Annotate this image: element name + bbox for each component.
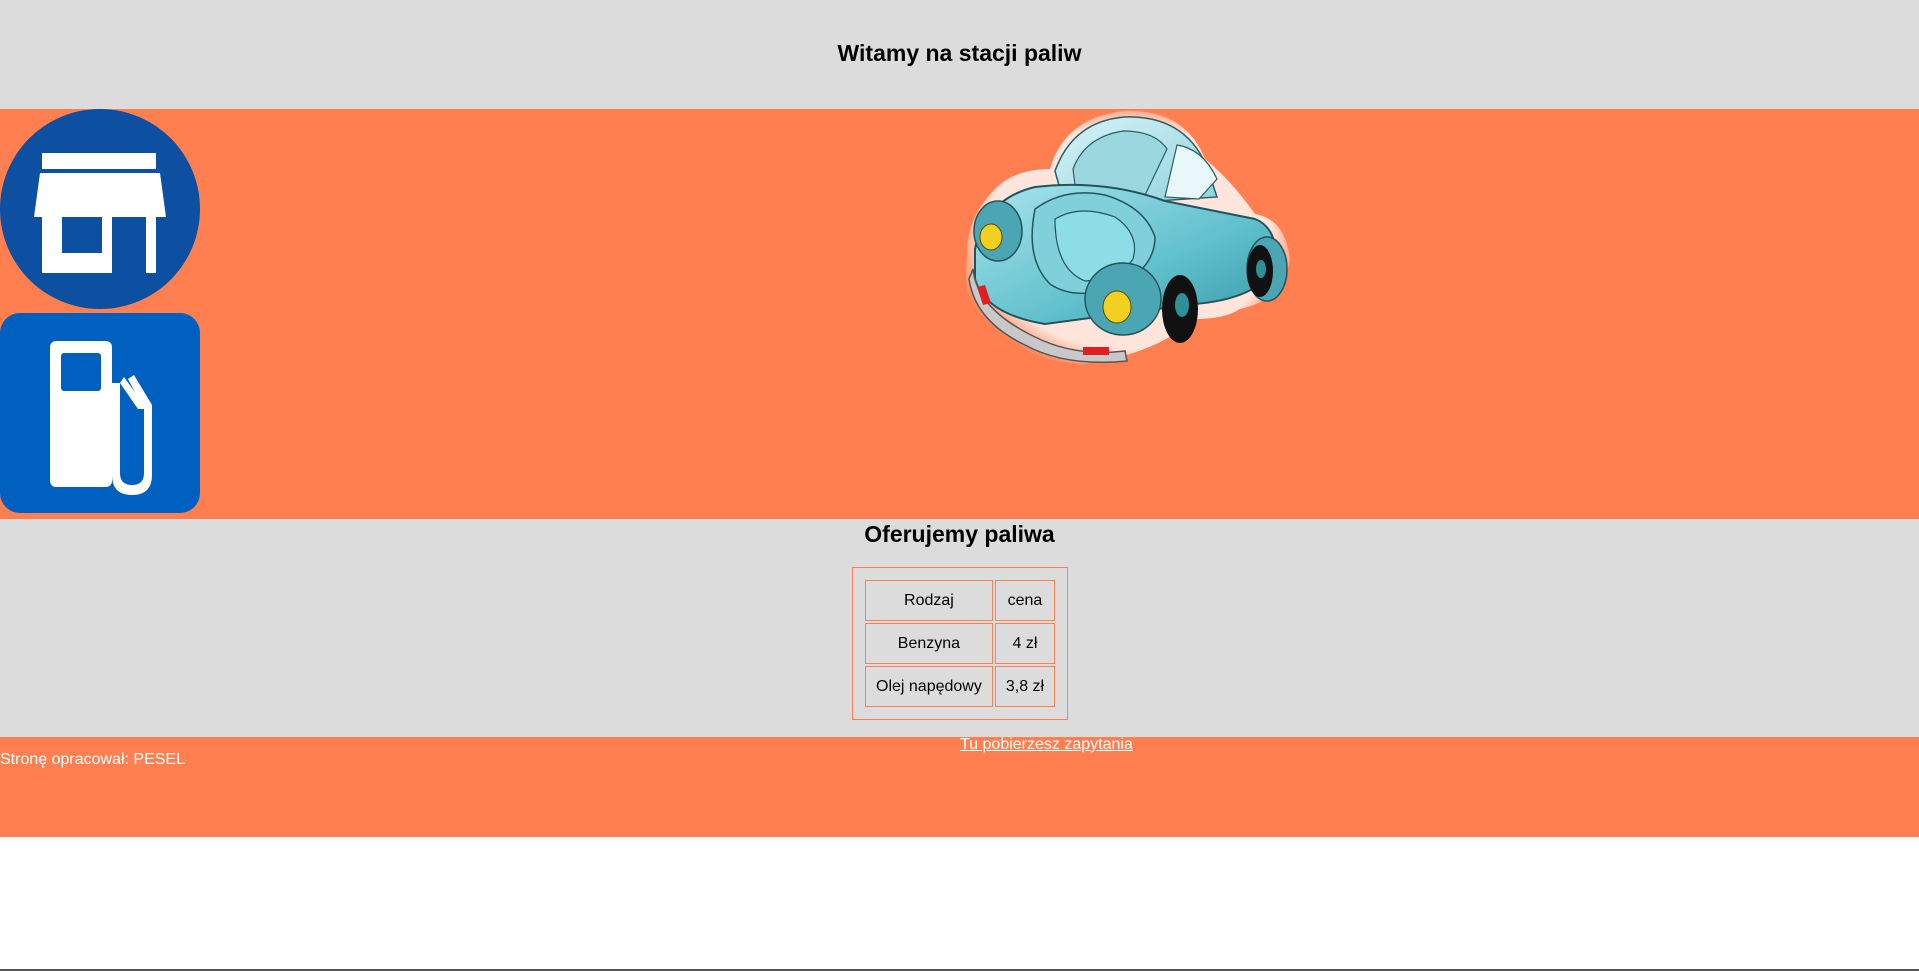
table-header-type: Rodzaj xyxy=(865,580,993,621)
fuel-offer-section: Oferujemy paliwa Rodzaj cena Benzyna 4 z… xyxy=(0,519,1919,737)
page-footer: Stronę opracował: PESEL Tu pobierzesz za… xyxy=(0,736,1919,837)
fuel-pump-icon xyxy=(0,313,200,513)
fuel-price-cell: 4 zł xyxy=(994,623,1056,664)
table-row: Benzyna 4 zł xyxy=(865,623,1056,664)
banner xyxy=(0,109,1919,519)
fuel-type-cell: Benzyna xyxy=(865,623,993,664)
shop-icon xyxy=(0,109,200,309)
page-title: Witamy na stacji paliw xyxy=(837,40,1082,66)
offer-title: Oferujemy paliwa xyxy=(864,521,1055,547)
table-row: Rodzaj cena xyxy=(865,580,1056,621)
author-text: Stronę opracował: PESEL xyxy=(0,751,185,768)
fuel-price-cell: 3,8 zł xyxy=(994,666,1056,707)
car-image xyxy=(965,110,1290,364)
download-queries-link[interactable]: Tu pobierzesz zapytania xyxy=(960,736,1133,754)
fuel-type-cell: Olej napędowy xyxy=(865,666,993,707)
page-header: Witamy na stacji paliw xyxy=(0,0,1919,109)
table-header-price: cena xyxy=(994,580,1056,621)
table-row: Olej napędowy 3,8 zł xyxy=(865,666,1056,707)
fuel-price-table: Rodzaj cena Benzyna 4 zł Olej napędowy 3… xyxy=(852,567,1069,720)
